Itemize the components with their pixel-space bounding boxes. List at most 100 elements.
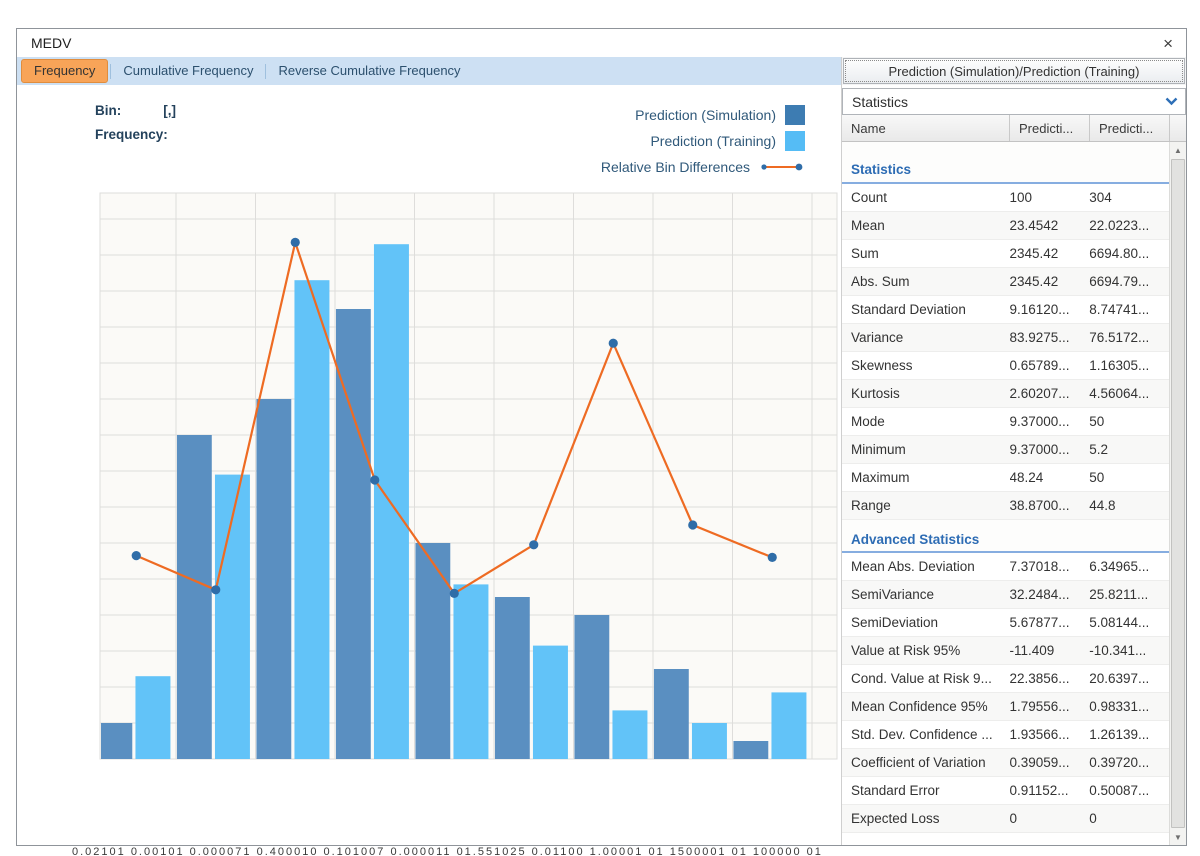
stat-value: 38.8700... <box>1010 498 1090 513</box>
stat-value: -11.409 <box>1010 643 1090 658</box>
statistics-panel: Statistics Name Predicti... Predicti... … <box>841 85 1186 845</box>
tab-frequency[interactable]: Frequency <box>21 59 108 83</box>
table-row[interactable]: Kurtosis2.60207...4.56064... <box>842 380 1169 408</box>
stat-value: 6694.80... <box>1089 246 1169 261</box>
frequency-label: Frequency: <box>95 127 168 142</box>
legend-label: Relative Bin Differences <box>601 159 750 175</box>
scroll-up-icon[interactable]: ▲ <box>1170 142 1186 158</box>
table-row[interactable]: Std. Dev. Confidence ...1.93566...1.2613… <box>842 721 1169 749</box>
legend-item-differences: Relative Bin Differences <box>601 154 805 180</box>
scroll-down-icon[interactable]: ▼ <box>1170 829 1186 845</box>
table-row[interactable]: Mean Confidence 95%1.79556...0.98331... <box>842 693 1169 721</box>
dropdown-value: Statistics <box>852 94 908 110</box>
stat-value: 20.6397... <box>1089 671 1169 686</box>
simulation-swatch-icon <box>785 105 805 125</box>
stat-value: 2.60207... <box>1010 386 1090 401</box>
table-row[interactable]: Cond. Value at Risk 9...22.3856...20.639… <box>842 665 1169 693</box>
table-row[interactable]: Mode9.37000...50 <box>842 408 1169 436</box>
stat-value: 0.39720... <box>1089 755 1169 770</box>
section-header: Statistics <box>842 142 1169 184</box>
table-row[interactable]: Mean23.454222.0223... <box>842 212 1169 240</box>
medv-window: MEDV × Frequency Cumulative Frequency Re… <box>16 28 1187 846</box>
table-row[interactable]: Skewness0.65789...1.16305... <box>842 352 1169 380</box>
tab-reverse-cumulative-frequency[interactable]: Reverse Cumulative Frequency <box>266 57 472 85</box>
stat-name: Range <box>842 498 1010 513</box>
table-row[interactable]: SemiVariance32.2484...25.8211... <box>842 581 1169 609</box>
stat-value: 1.26139... <box>1089 727 1169 742</box>
stat-name: Standard Error <box>842 783 1010 798</box>
scrollbar-thumb[interactable] <box>1171 159 1185 828</box>
stat-name: Maximum <box>842 470 1010 485</box>
table-row[interactable]: Sum2345.426694.80... <box>842 240 1169 268</box>
stat-value: 9.37000... <box>1010 442 1090 457</box>
table-row[interactable]: Variance83.9275...76.5172... <box>842 324 1169 352</box>
stat-value: 9.37000... <box>1010 414 1090 429</box>
table-row[interactable]: Minimum9.37000...5.2 <box>842 436 1169 464</box>
hover-readout: Bin: [,] Frequency: <box>95 98 210 146</box>
column-header-name[interactable]: Name <box>842 115 1010 141</box>
chart-legend: Prediction (Simulation) Prediction (Trai… <box>601 102 805 180</box>
table-row[interactable]: Range38.8700...44.8 <box>842 492 1169 520</box>
prediction-column-button[interactable]: Prediction (Simulation)/Prediction (Trai… <box>843 58 1185 84</box>
stat-value: 1.79556... <box>1010 699 1090 714</box>
stat-value: 0 <box>1089 811 1169 826</box>
table-row[interactable]: Value at Risk 95%-11.409-10.341... <box>842 637 1169 665</box>
stat-value: 23.4542 <box>1010 218 1090 233</box>
title-bar: MEDV × <box>17 29 1186 57</box>
frequency-chart[interactable] <box>17 85 841 845</box>
stat-value: 0.98331... <box>1089 699 1169 714</box>
legend-item-simulation: Prediction (Simulation) <box>601 102 805 128</box>
stat-name: Standard Deviation <box>842 302 1010 317</box>
stat-value: 2345.42 <box>1010 246 1090 261</box>
tab-cumulative-frequency[interactable]: Cumulative Frequency <box>111 57 265 85</box>
table-row[interactable]: Mean Abs. Deviation7.37018...6.34965... <box>842 553 1169 581</box>
stat-name: Sum <box>842 246 1010 261</box>
stat-value: 6694.79... <box>1089 274 1169 289</box>
column-header-prediction-2[interactable]: Predicti... <box>1090 115 1170 141</box>
legend-label: Prediction (Simulation) <box>635 107 776 123</box>
window-title: MEDV <box>31 35 71 51</box>
bin-label: Bin: <box>95 103 121 118</box>
panel-header: Prediction (Simulation)/Prediction (Trai… <box>841 57 1186 85</box>
chevron-down-icon <box>1165 97 1178 106</box>
clipped-bottom-text: 0.02101 0.00101 0.000071 0.400010 0.1010… <box>0 846 1200 856</box>
stat-value: 83.9275... <box>1010 330 1090 345</box>
clipped-bottom-row: 0.02101 0.00101 0.000071 0.400010 0.1010… <box>0 846 1200 856</box>
stat-value: 4.56064... <box>1089 386 1169 401</box>
top-bar: Frequency Cumulative Frequency Reverse C… <box>17 57 1186 85</box>
table-row[interactable]: Expected Loss00 <box>842 805 1169 833</box>
chart-area: Bin: [,] Frequency: Prediction (Simulati… <box>17 85 841 845</box>
stat-value: 5.08144... <box>1089 615 1169 630</box>
stat-name: Mode <box>842 414 1010 429</box>
stat-value: 7.37018... <box>1010 559 1090 574</box>
stat-name: Mean Abs. Deviation <box>842 559 1010 574</box>
statistics-dropdown[interactable]: Statistics <box>842 88 1186 115</box>
stat-value: 0.91152... <box>1010 783 1090 798</box>
stat-name: Coefficient of Variation <box>842 755 1010 770</box>
table-row[interactable]: SemiDeviation5.67877...5.08144... <box>842 609 1169 637</box>
table-row[interactable]: Maximum48.2450 <box>842 464 1169 492</box>
stat-value: 32.2484... <box>1010 587 1090 602</box>
stat-name: Std. Dev. Confidence ... <box>842 727 1010 742</box>
table-row[interactable]: Coefficient of Variation0.39059...0.3972… <box>842 749 1169 777</box>
table-row[interactable]: Standard Error0.91152...0.50087... <box>842 777 1169 805</box>
line-dot-icon <box>759 161 805 173</box>
stat-name: Skewness <box>842 358 1010 373</box>
main-content: Bin: [,] Frequency: Prediction (Simulati… <box>17 85 1186 845</box>
column-header-prediction-1[interactable]: Predicti... <box>1010 115 1090 141</box>
stat-value: 100 <box>1010 190 1090 205</box>
table-row[interactable]: Abs. Sum2345.426694.79... <box>842 268 1169 296</box>
stat-value: 22.3856... <box>1010 671 1090 686</box>
stat-value: 48.24 <box>1010 470 1090 485</box>
section-header: Advanced Statistics <box>842 520 1169 553</box>
stat-value: 304 <box>1089 190 1169 205</box>
stat-value: 1.16305... <box>1089 358 1169 373</box>
bin-value: [,] <box>163 103 176 118</box>
stat-value: 50 <box>1089 470 1169 485</box>
table-row[interactable]: Standard Deviation9.16120...8.74741... <box>842 296 1169 324</box>
stat-value: 5.67877... <box>1010 615 1090 630</box>
table-row[interactable]: Count100304 <box>842 184 1169 212</box>
stat-name: Cond. Value at Risk 9... <box>842 671 1010 686</box>
close-icon[interactable]: × <box>1163 35 1173 52</box>
vertical-scrollbar[interactable]: ▲ ▼ <box>1169 142 1186 845</box>
